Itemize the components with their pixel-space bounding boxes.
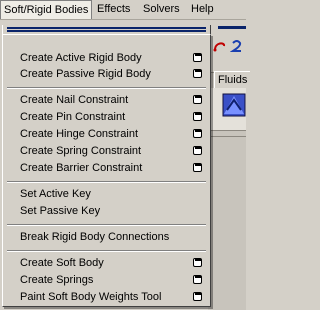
- menu-separator: [7, 181, 206, 183]
- option-box-icon[interactable]: [193, 112, 202, 121]
- tearoff-line: [7, 27, 206, 29]
- divider: [208, 130, 246, 131]
- menu-item-set-active-key[interactable]: Set Active Key: [6, 186, 207, 202]
- soft-rigid-bodies-dropdown: Create Active Rigid Body Create Passive …: [2, 34, 211, 307]
- menu-separator: [7, 224, 206, 226]
- menu-bar: Soft/Rigid Bodies Effects Solvers Help: [0, 0, 246, 20]
- menu-separator: [7, 250, 206, 252]
- option-box-icon[interactable]: [193, 53, 202, 62]
- menu-item-create-spring-constraint[interactable]: Create Spring Constraint: [6, 143, 207, 159]
- option-box-icon[interactable]: [193, 292, 202, 301]
- menu-item-create-pin-constraint[interactable]: Create Pin Constraint: [6, 109, 207, 125]
- menu-soft-rigid-bodies[interactable]: Soft/Rigid Bodies: [0, 0, 93, 19]
- shelf-tab-fluids[interactable]: Fluids: [214, 71, 250, 89]
- option-box-icon[interactable]: [193, 95, 202, 104]
- menu-item-set-passive-key[interactable]: Set Passive Key: [6, 203, 207, 219]
- menu-item-create-springs[interactable]: Create Springs: [6, 272, 207, 288]
- option-box-icon[interactable]: [193, 146, 202, 155]
- curve-tool-icon[interactable]: [213, 39, 227, 53]
- menu-separator: [7, 87, 206, 89]
- menu-help[interactable]: Help: [188, 0, 217, 19]
- menu-item-create-hinge-constraint[interactable]: Create Hinge Constraint: [6, 126, 207, 142]
- menu-item-create-active-rigid-body[interactable]: Create Active Rigid Body: [6, 50, 207, 66]
- option-box-icon[interactable]: [193, 258, 202, 267]
- menu-solvers[interactable]: Solvers: [140, 0, 183, 19]
- option-box-icon[interactable]: [193, 163, 202, 172]
- menu-item-break-rigid-body-connections[interactable]: Break Rigid Body Connections: [6, 229, 207, 245]
- option-box-icon[interactable]: [193, 129, 202, 138]
- tearoff-line: [7, 30, 206, 32]
- menu-item-create-passive-rigid-body[interactable]: Create Passive Rigid Body: [6, 66, 207, 82]
- divider: [208, 136, 246, 137]
- background-title-strip: [218, 26, 246, 29]
- option-box-icon[interactable]: [193, 275, 202, 284]
- numbered-tool-icon[interactable]: [229, 39, 244, 53]
- menu-item-create-nail-constraint[interactable]: Create Nail Constraint: [6, 92, 207, 108]
- menu-item-paint-soft-body-weights-tool[interactable]: Paint Soft Body Weights Tool: [6, 289, 207, 305]
- fluid-shelf-icon[interactable]: [222, 92, 246, 118]
- menu-effects[interactable]: Effects: [94, 0, 133, 19]
- menu-item-create-barrier-constraint[interactable]: Create Barrier Constraint: [6, 160, 207, 176]
- menu-tearoff-handle[interactable]: [2, 25, 211, 34]
- menu-item-create-soft-body[interactable]: Create Soft Body: [6, 255, 207, 271]
- option-box-icon[interactable]: [193, 69, 202, 78]
